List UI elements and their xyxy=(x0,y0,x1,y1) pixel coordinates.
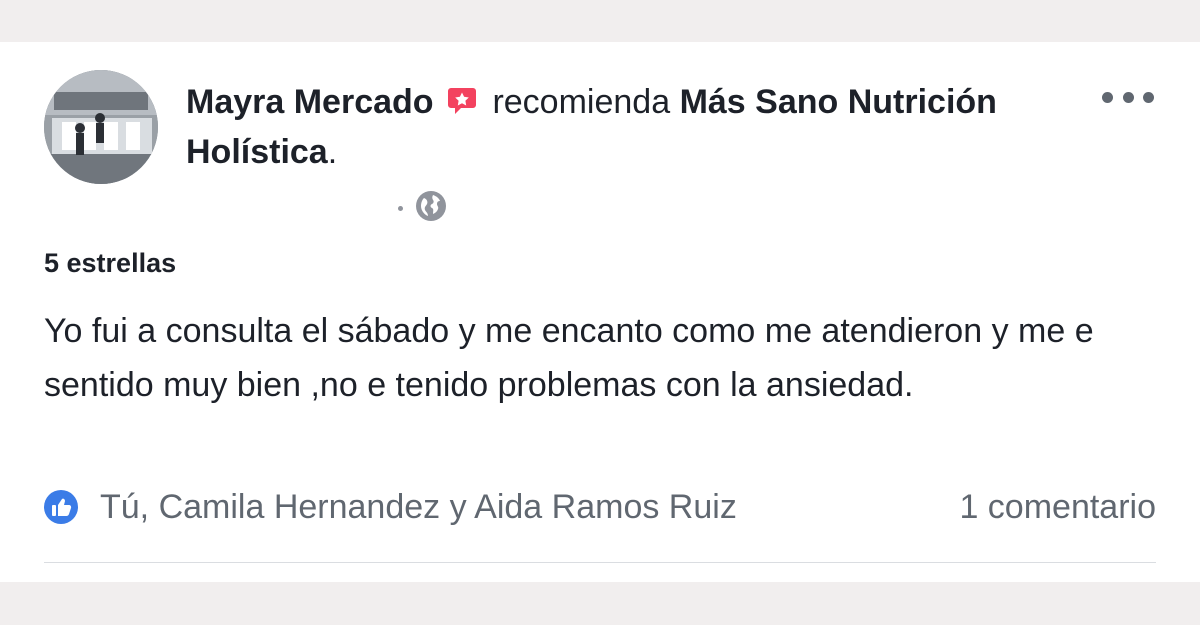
rating-label: 5 estrellas xyxy=(44,248,177,278)
more-dot xyxy=(1143,91,1154,103)
more-options-icon[interactable] xyxy=(1102,82,1154,112)
post-header: Mayra Mercado recomienda Más Sano Nutric… xyxy=(186,78,1066,176)
header-period: . xyxy=(327,133,338,171)
post-card: Mayra Mercado recomienda Más Sano Nutric… xyxy=(0,42,1200,582)
comments-count[interactable]: 1 comentario xyxy=(959,488,1156,527)
globe-icon[interactable] xyxy=(415,190,447,227)
recommend-verb: recomienda xyxy=(492,83,671,121)
like-thumb-icon[interactable] xyxy=(44,490,78,524)
footer-divider xyxy=(44,562,1156,563)
recommend-star-icon xyxy=(447,80,477,128)
author-name[interactable]: Mayra Mercado xyxy=(186,83,434,121)
post-meta xyxy=(398,190,447,227)
avatar[interactable] xyxy=(44,70,158,184)
reactions-names[interactable]: Tú, Camila Hernandez y Aida Ramos Ruiz xyxy=(100,488,737,527)
more-dot xyxy=(1102,91,1113,103)
avatar-photo xyxy=(44,70,158,184)
separator-dot xyxy=(398,205,403,211)
post-body: Yo fui a consulta el sábado y me encanto… xyxy=(44,312,1094,404)
more-dot xyxy=(1122,91,1134,103)
post-footer: Tú, Camila Hernandez y Aida Ramos Ruiz 1… xyxy=(44,482,1156,532)
